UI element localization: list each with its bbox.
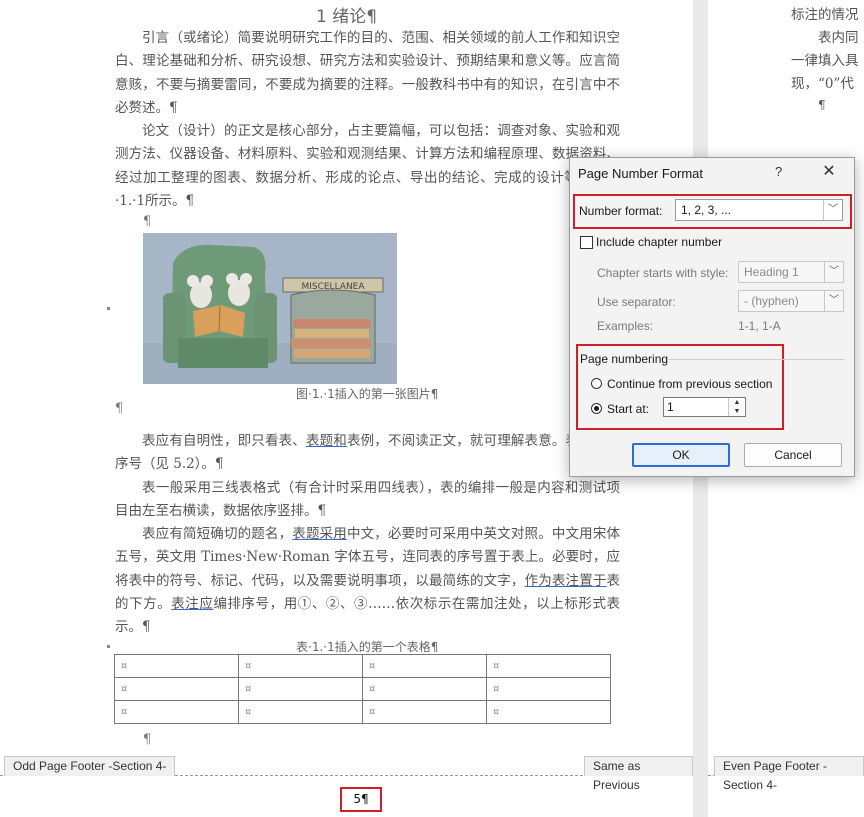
right-page-text: 表内同 [818, 30, 859, 46]
group-divider [667, 359, 845, 360]
paragraph-table-rule-2: 表一般采用三线表格式（有合计时采用四线表），表的编排一般是内容和测试项目由左至右… [115, 480, 620, 520]
cancel-button[interactable]: Cancel [744, 443, 842, 467]
help-button[interactable]: ? [775, 164, 782, 179]
illustration-mice-reading: MISCELLANEA [143, 233, 397, 384]
number-format-value: 1, 2, 3, ... [681, 203, 732, 217]
right-page-text: 标注的情况 [791, 7, 859, 23]
odd-page-footer-tab: Odd Page Footer -Section 4- [4, 756, 176, 776]
paragraph-body: 论文（设计）的正文是核心部分，占主要篇幅，可以包括：调查对象、实验和观测方法、仪… [115, 123, 620, 209]
document-table[interactable]: ¤ ¤ ¤ ¤ ¤ ¤ ¤ ¤ ¤ ¤ ¤ ¤ [114, 654, 611, 724]
ok-button[interactable]: OK [632, 443, 730, 467]
continue-radio[interactable] [591, 378, 602, 389]
anchor-marker [107, 645, 110, 648]
include-chapter-label: Include chapter number [596, 235, 723, 249]
separator-label: Use separator: [597, 295, 676, 309]
table-caption: 表·1.·1插入的第一个表格¶ [296, 640, 439, 654]
table-cell[interactable]: ¤ [362, 700, 487, 724]
chapter-style-select[interactable]: Heading 1 ﹀ [738, 261, 844, 283]
table-cell[interactable]: ¤ [486, 654, 611, 678]
number-format-label: Number format: [579, 204, 663, 218]
close-icon[interactable]: ✕ [818, 162, 840, 182]
right-page-pilcrow: ¶ [818, 98, 826, 112]
examples-value: 1-1, 1-A [738, 319, 781, 333]
paragraph-table-rule-1: 表应有自明性，即只看表、表题和表例，不阅读正文，就可理解表意。表应编排序号（见 … [115, 430, 620, 477]
even-page-footer-tab: Even Page Footer -Section 4- [714, 756, 864, 792]
number-format-select[interactable]: 1, 2, 3, ... ﹀ [675, 199, 843, 221]
table-cell[interactable]: ¤ [114, 654, 239, 678]
table-cell[interactable]: ¤ [486, 677, 611, 701]
chevron-down-icon[interactable]: ﹀ [824, 262, 843, 282]
start-at-spinner[interactable]: 1 ▲ ▼ [663, 397, 746, 417]
table-cell[interactable]: ¤ [114, 677, 239, 701]
page-numbering-group-label: Page numbering [580, 352, 669, 366]
empty-paragraph-mark: ¶ [115, 401, 124, 416]
table-cell[interactable]: ¤ [114, 700, 239, 724]
table-cell[interactable]: ¤ [362, 654, 487, 678]
right-page-text: 一律填入具 [791, 53, 859, 69]
start-at-value[interactable]: 1 [667, 400, 674, 414]
empty-paragraph-mark: ¶ [143, 732, 152, 747]
spelling-underline[interactable]: 表题和 [306, 433, 347, 449]
table-cell[interactable]: ¤ [238, 677, 363, 701]
table-row: ¤ ¤ ¤ ¤ [114, 700, 611, 724]
chevron-down-icon[interactable]: ﹀ [823, 200, 842, 220]
table-row: ¤ ¤ ¤ ¤ [114, 677, 611, 701]
text-run: 表应有自明性，即只看表、 [142, 433, 306, 449]
table-cell[interactable]: ¤ [486, 700, 611, 724]
empty-paragraph-mark: ¶ [143, 214, 152, 229]
anchor-marker [107, 307, 110, 310]
same-as-previous-tab: Same as Previous [584, 756, 693, 792]
start-at-radio[interactable] [591, 403, 602, 414]
spin-down-icon[interactable]: ▼ [729, 407, 745, 416]
page-number-field[interactable]: 5¶ [340, 787, 382, 812]
include-chapter-checkbox[interactable] [580, 236, 593, 249]
chapter-style-label: Chapter starts with style: [597, 266, 729, 280]
table-cell[interactable]: ¤ [238, 700, 363, 724]
spin-up-icon[interactable]: ▲ [729, 398, 745, 407]
examples-label: Examples: [597, 319, 654, 333]
dialog-title: Page Number Format [578, 166, 703, 181]
table-cell[interactable]: ¤ [238, 654, 363, 678]
start-at-label: Start at: [607, 402, 650, 416]
paragraph-intro: 引言（或绪论）简要说明研究工作的目的、范围、相关领域的前人工作和知识空白、理论基… [115, 30, 620, 116]
separator-value: - (hyphen) [744, 294, 799, 308]
chevron-down-icon[interactable]: ﹀ [824, 291, 843, 311]
figure-caption: 图·1.·1插入的第一张图片¶ [296, 387, 439, 401]
table-cell[interactable]: ¤ [362, 677, 487, 701]
paragraph-table-rule-3: 表应有简短确切的题名，表题采用中文，必要时可采用中英文对照。中文用宋体五号，英文… [115, 523, 620, 639]
spelling-underline[interactable]: 表题采用 [292, 526, 347, 542]
separator-select[interactable]: - (hyphen) ﹀ [738, 290, 844, 312]
table-row: ¤ ¤ ¤ ¤ [114, 654, 611, 678]
chapter-style-value: Heading 1 [744, 265, 799, 279]
figure-image[interactable]: MISCELLANEA [143, 233, 397, 384]
spinner-buttons[interactable]: ▲ ▼ [728, 398, 745, 416]
right-page-text: 现，“0”代 [791, 76, 854, 92]
chapter-heading: 1 绪论¶ [315, 7, 378, 27]
page-number-format-dialog: Page Number Format ? ✕ Number format: 1,… [569, 157, 855, 477]
continue-label: Continue from previous section [607, 377, 773, 391]
spelling-underline[interactable]: 作为表注置于 [525, 573, 607, 589]
text-run: 表应有简短确切的题名， [142, 526, 293, 542]
spelling-underline[interactable]: 表注应 [171, 596, 213, 612]
